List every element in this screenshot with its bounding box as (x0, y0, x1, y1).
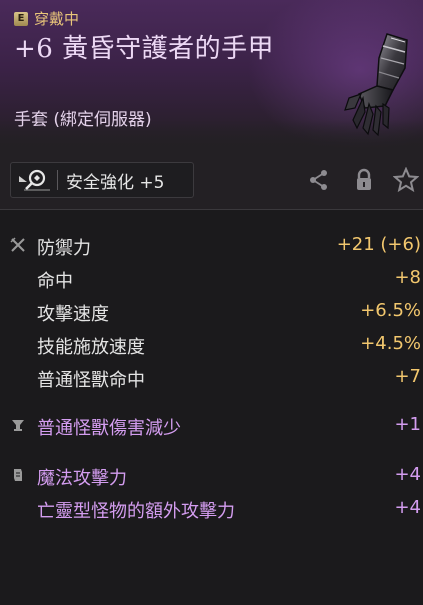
equip-badge: E (14, 11, 28, 26)
stat-row-attack-speed: 攻擊速度 +6.5% (0, 296, 423, 326)
stat-row-accuracy: 命中 +8 (0, 263, 423, 293)
stat-value: +6.5% (360, 300, 421, 321)
stat-row-undead-bonus: 亡靈型怪物的額外攻擊力 +4 (0, 493, 423, 523)
stat-label: 命中 (37, 271, 73, 292)
stat-row-monster-accuracy: 普通怪獸命中 +7 (0, 362, 423, 392)
stat-row-damage-reduction: 普通怪獸傷害減少 +1 (0, 410, 423, 440)
equip-status-row: E 穿戴中 (14, 8, 79, 29)
stat-label: 防禦力 (37, 238, 91, 259)
gauntlet-icon (344, 33, 408, 137)
safe-enhance-button[interactable]: 安全強化 +5 (10, 162, 194, 198)
crossed-swords-icon (10, 237, 25, 252)
stat-value: +4 (394, 497, 421, 518)
stat-label: 技能施放速度 (37, 337, 145, 358)
stat-value: +4 (394, 464, 421, 485)
stat-value: +7 (394, 366, 421, 387)
star-icon[interactable] (392, 166, 420, 194)
safe-enhance-label: 安全強化 +5 (66, 172, 165, 193)
stat-value: +21 (+6) (336, 234, 421, 255)
stat-row-defense: 防禦力 +21 (+6) (0, 230, 423, 260)
stat-row-cast-speed: 技能施放速度 +4.5% (0, 329, 423, 359)
stat-label: 普通怪獸命中 (37, 370, 145, 391)
item-name: +6 黃昏守護者的手甲 (14, 34, 275, 64)
equip-status-text: 穿戴中 (34, 10, 80, 28)
stat-row-magic-attack: 魔法攻擊力 +4 (0, 460, 423, 490)
stat-label: 亡靈型怪物的額外攻擊力 (37, 501, 235, 522)
lock-icon[interactable] (350, 166, 378, 194)
share-icon[interactable] (305, 166, 333, 194)
stat-value: +1 (394, 414, 421, 435)
stat-value: +8 (394, 267, 421, 288)
stat-value: +4.5% (360, 333, 421, 354)
item-header: E 穿戴中 +6 黃昏守護者的手甲 手套 (綁定伺服器) (0, 0, 423, 150)
action-bar: 安全強化 +5 (0, 150, 423, 210)
magnify-enhance-icon (11, 163, 57, 197)
stat-label: 普通怪獸傷害減少 (37, 418, 181, 439)
stat-label: 魔法攻擊力 (37, 468, 127, 489)
stats-panel: 防禦力 +21 (+6) 命中 +8 攻擊速度 +6.5% 技能施放速度 +4.… (0, 210, 423, 605)
scroll-icon (14, 469, 22, 481)
stat-label: 攻擊速度 (37, 304, 109, 325)
item-type: 手套 (綁定伺服器) (14, 110, 152, 130)
chalice-icon (12, 420, 24, 431)
